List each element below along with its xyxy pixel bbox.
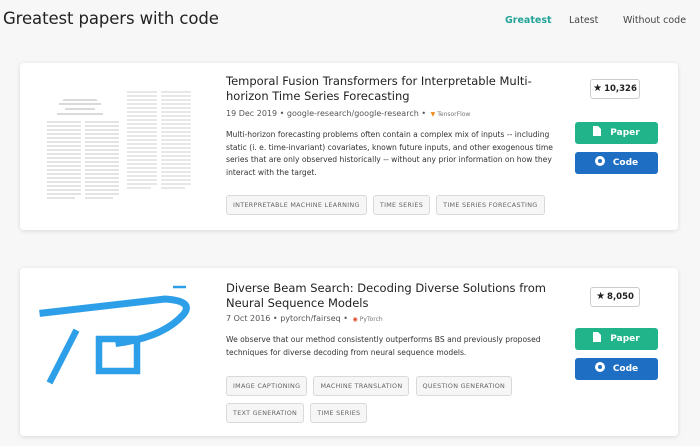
paper-button-label: Paper: [610, 334, 640, 344]
paper-meta: 7 Oct 2016 • pytorch/fairseq • PyTorch: [226, 314, 383, 323]
top-bar: Greatest papers with code Greatest Lates…: [0, 0, 700, 44]
tag-list: IMAGE CAPTIONING MACHINE TRANSLATION QUE…: [226, 373, 556, 427]
paper-date: 19 Dec 2019: [226, 109, 278, 118]
tag[interactable]: TEXT GENERATION: [226, 403, 305, 423]
page-title: Greatest papers with code: [3, 9, 219, 28]
tag[interactable]: TIME SERIES: [310, 403, 368, 423]
paper-abstract: Multi-horizon forecasting problems often…: [226, 130, 553, 177]
tag[interactable]: IMAGE CAPTIONING: [226, 376, 308, 396]
github-icon: [594, 362, 605, 372]
paper-button[interactable]: Paper: [575, 122, 658, 144]
paper-thumbnail[interactable]: [35, 78, 195, 218]
paper-button-label: Paper: [610, 128, 640, 138]
tag[interactable]: TIME SERIES: [372, 195, 431, 215]
paper-repo[interactable]: pytorch/fairseq: [280, 314, 341, 323]
nav-latest[interactable]: Latest: [569, 15, 598, 26]
paper-abstract: We observe that our method consistently …: [226, 335, 541, 357]
paper-title[interactable]: Diverse Beam Search: Decoding Diverse So…: [226, 281, 566, 311]
nav-without-code[interactable]: Without code: [623, 15, 686, 26]
paper-title[interactable]: Temporal Fusion Transformers for Interpr…: [226, 74, 566, 104]
paper-card: Temporal Fusion Transformers for Interpr…: [20, 63, 678, 230]
framework-badge: TensorFlow: [431, 111, 471, 118]
tag[interactable]: TIME SERIES FORECASTING: [436, 195, 545, 215]
stars-badge: ★ 8,050: [590, 287, 640, 307]
code-button-label: Code: [612, 364, 639, 374]
document-icon: [593, 126, 602, 136]
paper-meta: 19 Dec 2019 • google-research/google-res…: [226, 109, 470, 118]
star-icon: ★: [596, 291, 606, 302]
paper-button[interactable]: Paper: [575, 328, 658, 350]
paper-thumbnail[interactable]: [35, 283, 195, 423]
stars-count: 10,326: [604, 84, 637, 94]
stars-count: 8,050: [607, 292, 634, 302]
star-icon: ★: [593, 83, 603, 94]
tag-list: INTERPRETABLE MACHINE LEARNING TIME SERI…: [226, 192, 556, 219]
paper-repo[interactable]: google-research/google-research: [287, 109, 419, 118]
stars-badge: ★ 10,326: [590, 79, 640, 99]
nav-greatest[interactable]: Greatest: [505, 15, 552, 26]
code-button[interactable]: Code: [575, 152, 658, 174]
tag[interactable]: QUESTION GENERATION: [415, 376, 513, 396]
tag[interactable]: MACHINE TRANSLATION: [313, 376, 410, 396]
document-icon: [593, 332, 602, 342]
code-button[interactable]: Code: [575, 358, 658, 380]
paper-date: 7 Oct 2016: [226, 314, 271, 323]
github-icon: [594, 156, 605, 166]
framework-badge: PyTorch: [353, 316, 383, 323]
tag[interactable]: INTERPRETABLE MACHINE LEARNING: [226, 195, 367, 215]
paper-card: Diverse Beam Search: Decoding Diverse So…: [20, 268, 678, 436]
code-button-label: Code: [612, 158, 639, 168]
